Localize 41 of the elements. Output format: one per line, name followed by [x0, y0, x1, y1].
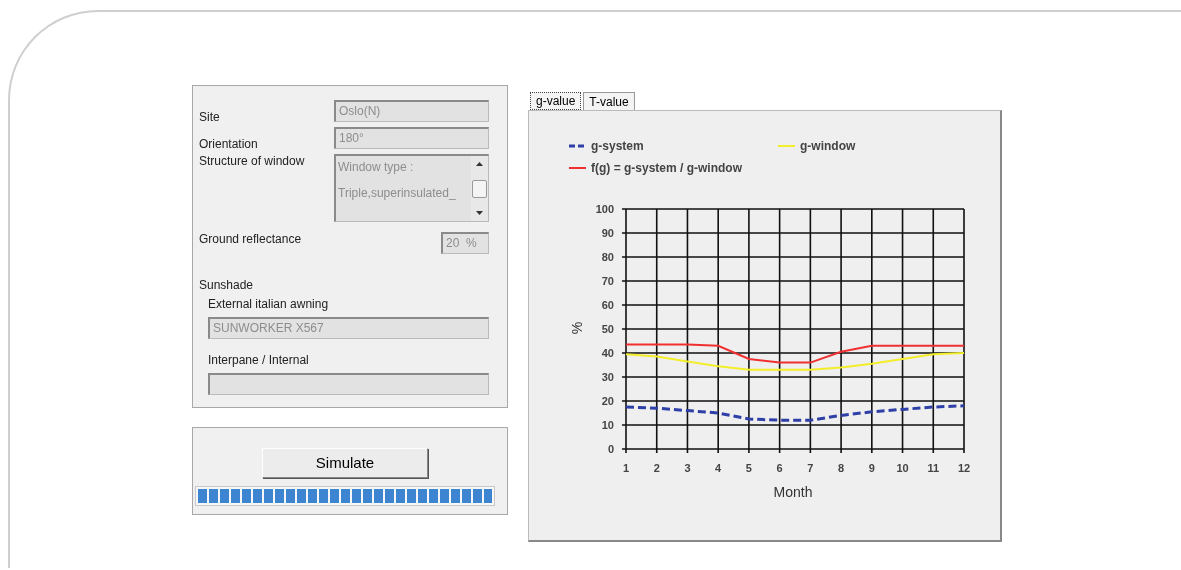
- section-title: Sunshade: [199, 278, 255, 293]
- list-item: Triple,superinsulated_: [338, 185, 457, 202]
- x-tick-label: 2: [653, 462, 660, 474]
- x-tick-label: 9: [868, 462, 875, 474]
- x-tick-label: 10: [896, 462, 909, 474]
- field-label: External italian awning: [208, 297, 330, 312]
- tab[interactable]: g-value: [530, 92, 582, 110]
- field-label: Structure of window: [199, 154, 305, 170]
- field-label: Interpane / Internal: [208, 353, 310, 368]
- simulate-button[interactable]: Simulate: [262, 448, 428, 478]
- x-tick-label: 1: [622, 462, 630, 474]
- x-tick-label: 6: [776, 462, 783, 474]
- axis-title: Month: [773, 484, 813, 500]
- list-item: Window type :: [338, 159, 415, 176]
- x-tick-label: 5: [745, 462, 752, 474]
- y-tick-label: 90: [601, 227, 614, 239]
- field-label: Orientation: [199, 136, 258, 152]
- tab[interactable]: T-value: [583, 92, 635, 110]
- y-tick-label: 0: [607, 443, 614, 455]
- field-label: Site: [199, 109, 220, 125]
- y-tick-label: 70: [601, 275, 614, 287]
- y-tick-label: 50: [601, 323, 614, 335]
- y-tick-label: 100: [595, 203, 614, 215]
- y-tick-label: 30: [601, 371, 614, 383]
- legend-label: g-window: [800, 139, 856, 153]
- legend-swatch: [569, 144, 586, 148]
- x-tick-label: 8: [838, 462, 845, 474]
- x-tick-label: 4: [715, 462, 722, 474]
- x-tick-label: 12: [957, 462, 971, 474]
- axis-title: %: [569, 321, 585, 335]
- y-tick-label: 40: [601, 347, 614, 359]
- x-tick-label: 7: [807, 462, 814, 474]
- legend-label: g-system: [591, 139, 644, 153]
- y-tick-label: 80: [601, 251, 614, 263]
- y-tick-label: 60: [601, 299, 614, 311]
- x-tick-label: 3: [684, 462, 691, 474]
- x-tick-label: 11: [927, 462, 940, 474]
- y-tick-label: 10: [601, 419, 614, 431]
- legend-label: f(g) = g-system / g-window: [591, 161, 742, 175]
- y-tick-label: 20: [601, 395, 614, 407]
- field-label: Ground reflectance: [199, 232, 302, 248]
